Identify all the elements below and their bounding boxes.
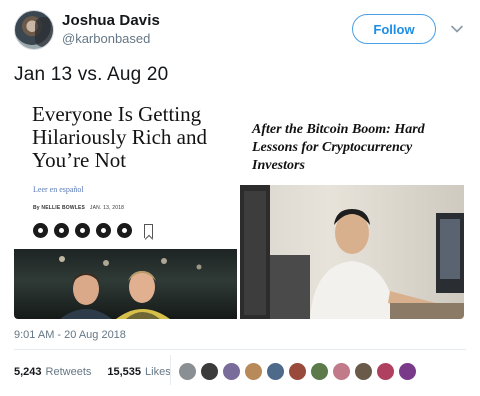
photo-two-men xyxy=(14,249,237,319)
nyt-headline: Everyone Is Getting Hilariously Rich and… xyxy=(32,102,207,172)
tweet-media[interactable]: Everyone Is Getting Hilariously Rich and… xyxy=(14,97,464,319)
follow-button[interactable]: Follow xyxy=(352,14,436,44)
liker-avatar[interactable] xyxy=(310,362,329,381)
likes-label[interactable]: Likes xyxy=(145,366,171,378)
byline-date: JAN. 13, 2018 xyxy=(89,205,125,211)
nyt-spanish-link: Leer en español xyxy=(33,185,84,194)
tweet-stats: 5,243 Retweets 15,535 Likes xyxy=(14,366,171,378)
liker-avatar[interactable] xyxy=(398,362,417,381)
liker-avatar[interactable] xyxy=(222,362,241,381)
nyt-byline: By NELLIE BOWLES JAN. 13, 2018 xyxy=(33,205,124,211)
liker-avatar[interactable] xyxy=(266,362,285,381)
retweets-count[interactable]: 5,243 xyxy=(14,366,42,378)
pinterest-icon xyxy=(75,223,90,238)
liker-avatar[interactable] xyxy=(244,362,263,381)
liker-avatar[interactable] xyxy=(200,362,219,381)
chevron-down-icon[interactable] xyxy=(450,22,464,36)
twitter-icon xyxy=(54,223,69,238)
liker-avatar[interactable] xyxy=(354,362,373,381)
bookmark-icon xyxy=(144,223,153,238)
liker-avatar[interactable] xyxy=(376,362,395,381)
bitcoin-headline: After the Bitcoin Boom: Hard Lessons for… xyxy=(252,122,425,173)
tweet-card: Joshua Davis @karbonbased Follow Jan 13 … xyxy=(0,0,480,396)
photo-man-at-desk xyxy=(240,185,464,319)
avatar[interactable] xyxy=(14,10,54,50)
tweet-timestamp[interactable]: 9:01 AM - 20 Aug 2018 xyxy=(14,329,126,341)
facebook-icon xyxy=(33,223,48,238)
byline-author: By NELLIE BOWLES xyxy=(33,205,86,211)
email-icon xyxy=(96,223,111,238)
liker-avatar[interactable] xyxy=(178,362,197,381)
stats-divider xyxy=(170,355,171,385)
user-name[interactable]: Joshua Davis xyxy=(62,12,160,29)
likes-count[interactable]: 15,535 xyxy=(107,366,141,378)
user-handle[interactable]: @karbonbased xyxy=(62,31,150,46)
share-icons xyxy=(33,223,153,238)
bitcoin-article-image[interactable]: After the Bitcoin Boom: Hard Lessons for… xyxy=(240,97,464,319)
tweet-text: Jan 13 vs. Aug 20 xyxy=(14,64,169,85)
divider xyxy=(14,349,466,350)
liker-avatars xyxy=(178,362,417,381)
share-icon xyxy=(117,223,132,238)
liker-avatar[interactable] xyxy=(332,362,351,381)
nyt-article-image[interactable]: Everyone Is Getting Hilariously Rich and… xyxy=(14,97,237,319)
liker-avatar[interactable] xyxy=(288,362,307,381)
retweets-label[interactable]: Retweets xyxy=(46,366,92,378)
